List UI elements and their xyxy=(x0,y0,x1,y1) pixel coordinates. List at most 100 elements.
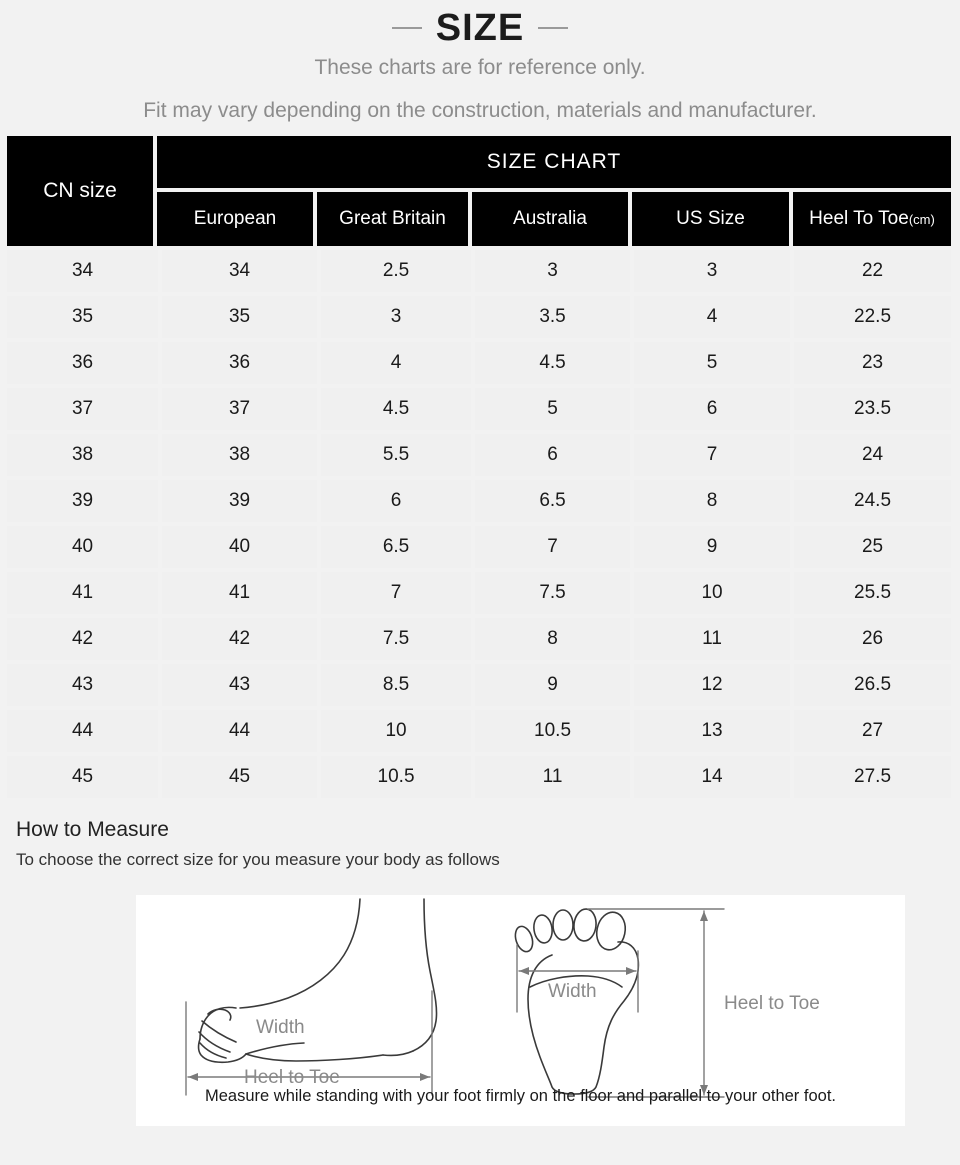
table-cell: 41 xyxy=(162,572,318,614)
table-cell: 6.5 xyxy=(321,526,472,568)
table-cell: 22.5 xyxy=(794,296,952,338)
header-size-chart-title: SIZE CHART xyxy=(157,136,951,188)
table-cell: 43 xyxy=(7,664,159,706)
table-row: 38 38 5.5 6 7 24 xyxy=(7,434,952,476)
how-to-measure-section: How to Measure To choose the correct siz… xyxy=(0,806,960,1165)
table-row: 39 39 6 6.5 8 24.5 xyxy=(7,480,952,522)
table-cell: 8 xyxy=(475,618,631,660)
table-cell: 4.5 xyxy=(475,342,631,384)
table-cell: 42 xyxy=(7,618,159,660)
table-cell: 25 xyxy=(794,526,952,568)
table-cell: 6 xyxy=(321,480,472,522)
table-cell: 45 xyxy=(7,756,159,798)
size-chart-page: SIZE These charts are for reference only… xyxy=(0,0,960,1165)
table-cell: 38 xyxy=(7,434,159,476)
table-cell: 7 xyxy=(634,434,791,476)
table-cell: 5 xyxy=(475,388,631,430)
table-cell: 8 xyxy=(634,480,791,522)
table-cell: 25.5 xyxy=(794,572,952,614)
table-cell: 34 xyxy=(162,250,318,292)
table-cell: 7.5 xyxy=(475,572,631,614)
table-cell: 36 xyxy=(7,342,159,384)
table-cell: 43 xyxy=(162,664,318,706)
table-cell: 6.5 xyxy=(475,480,631,522)
header-col-australia: Australia xyxy=(472,192,628,246)
header-right-group: SIZE CHART European Great Britain Austra… xyxy=(157,136,951,246)
header-col-heel-to-toe: Heel To Toe (cm) xyxy=(793,192,951,246)
table-cell: 40 xyxy=(162,526,318,568)
table-cell: 42 xyxy=(162,618,318,660)
table-row: 37 37 4.5 5 6 23.5 xyxy=(7,388,952,430)
header-col-heel-unit: (cm) xyxy=(908,211,935,227)
title-dash-right xyxy=(538,27,569,29)
table-cell: 41 xyxy=(7,572,159,614)
table-cell: 9 xyxy=(634,526,791,568)
table-cell: 38 xyxy=(162,434,318,476)
size-chart-table: CN size SIZE CHART European Great Britai… xyxy=(7,136,952,798)
header-col-european: European xyxy=(157,192,313,246)
table-cell: 4.5 xyxy=(321,388,472,430)
header-col-us-size: US Size xyxy=(632,192,789,246)
table-cell: 3 xyxy=(321,296,472,338)
table-header: CN size SIZE CHART European Great Britai… xyxy=(7,136,951,246)
table-cell: 7 xyxy=(321,572,472,614)
table-cell: 6 xyxy=(634,388,791,430)
side-heel-to-toe-label: Heel to Toe xyxy=(244,1067,340,1088)
table-cell: 7.5 xyxy=(321,618,472,660)
side-width-label: Width xyxy=(256,1017,305,1038)
table-cell: 26 xyxy=(794,618,952,660)
header-col-heel-to-toe-text: Heel To Toe xyxy=(809,208,909,229)
table-cell: 37 xyxy=(162,388,318,430)
table-cell: 14 xyxy=(634,756,791,798)
table-cell: 7 xyxy=(475,526,631,568)
table-row: 43 43 8.5 9 12 26.5 xyxy=(7,664,952,706)
table-cell: 4 xyxy=(321,342,472,384)
table-cell: 10.5 xyxy=(475,710,631,752)
page-title: SIZE xyxy=(435,7,525,49)
table-cell: 35 xyxy=(7,296,159,338)
subtitle-fit-vary: Fit may vary depending on the constructi… xyxy=(143,99,817,122)
table-cell: 3 xyxy=(475,250,631,292)
table-cell: 24.5 xyxy=(794,480,952,522)
table-body: 34 34 2.5 3 3 22 35 35 3 3.5 4 22.5 36 36 4 4.5 5 23 37 37 4… xyxy=(7,250,952,798)
page-header: SIZE These charts are for reference only… xyxy=(0,0,960,125)
table-cell: 10 xyxy=(634,572,791,614)
table-row: 35 35 3 3.5 4 22.5 xyxy=(7,296,952,338)
table-cell: 44 xyxy=(162,710,318,752)
table-cell: 6 xyxy=(475,434,631,476)
table-cell: 44 xyxy=(7,710,159,752)
foot-diagram-panel: Width Heel to Toe Width Heel to Toe Meas… xyxy=(136,895,905,1126)
table-row: 42 42 7.5 8 11 26 xyxy=(7,618,952,660)
table-cell: 26.5 xyxy=(794,664,952,706)
table-cell: 22 xyxy=(794,250,952,292)
title-row: SIZE xyxy=(0,6,960,50)
table-cell: 5 xyxy=(634,342,791,384)
table-cell: 11 xyxy=(634,618,791,660)
table-cell: 24 xyxy=(794,434,952,476)
table-row: 36 36 4 4.5 5 23 xyxy=(7,342,952,384)
table-cell: 39 xyxy=(7,480,159,522)
table-row: 44 44 10 10.5 13 27 xyxy=(7,710,952,752)
table-cell: 27 xyxy=(794,710,952,752)
table-cell: 10 xyxy=(321,710,472,752)
table-row: 41 41 7 7.5 10 25.5 xyxy=(7,572,952,614)
sole-width-label: Width xyxy=(548,981,597,1002)
table-cell: 2.5 xyxy=(321,250,472,292)
subtitle-reference-only: These charts are for reference only. xyxy=(314,56,646,79)
table-row: 34 34 2.5 3 3 22 xyxy=(7,250,952,292)
table-cell: 37 xyxy=(7,388,159,430)
header-cn-size: CN size xyxy=(7,136,153,246)
title-dash-left xyxy=(391,27,422,29)
header-col-great-britain: Great Britain xyxy=(317,192,468,246)
table-cell: 11 xyxy=(475,756,631,798)
table-cell: 35 xyxy=(162,296,318,338)
table-cell: 12 xyxy=(634,664,791,706)
diagram-caption: Measure while standing with your foot fi… xyxy=(205,1087,836,1105)
table-row: 40 40 6.5 7 9 25 xyxy=(7,526,952,568)
table-cell: 34 xyxy=(7,250,159,292)
table-row: 45 45 10.5 11 14 27.5 xyxy=(7,756,952,798)
how-to-measure-heading: How to Measure xyxy=(16,818,169,841)
table-cell: 8.5 xyxy=(321,664,472,706)
sole-measure-bars xyxy=(516,908,725,1098)
table-cell: 3.5 xyxy=(475,296,631,338)
